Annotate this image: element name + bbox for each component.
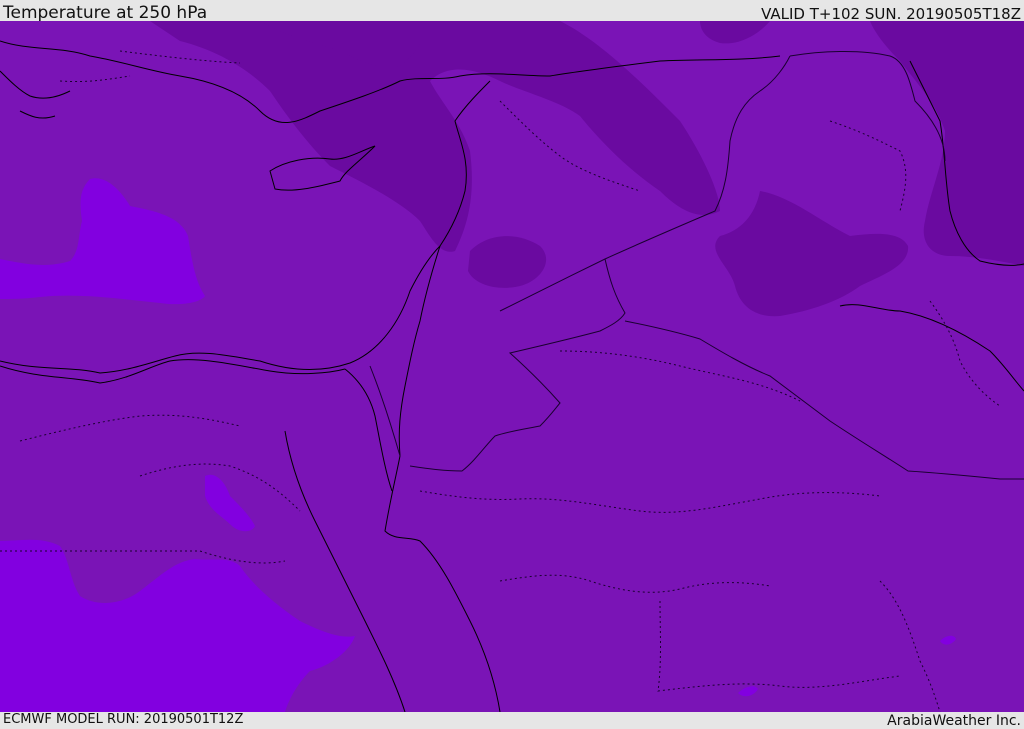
footer-bar: ECMWF MODEL RUN: 20190501T12Z ArabiaWeat… bbox=[0, 712, 1024, 729]
map-title: Temperature at 250 hPa bbox=[3, 3, 208, 23]
header-bar: Temperature at 250 hPa VALID T+102 SUN. … bbox=[0, 0, 1024, 23]
temperature-map[interactable] bbox=[0, 21, 1024, 712]
map-canvas bbox=[0, 21, 1024, 712]
credit-label: ArabiaWeather Inc. bbox=[887, 713, 1021, 729]
model-run-label: ECMWF MODEL RUN: 20190501T12Z bbox=[3, 712, 244, 727]
